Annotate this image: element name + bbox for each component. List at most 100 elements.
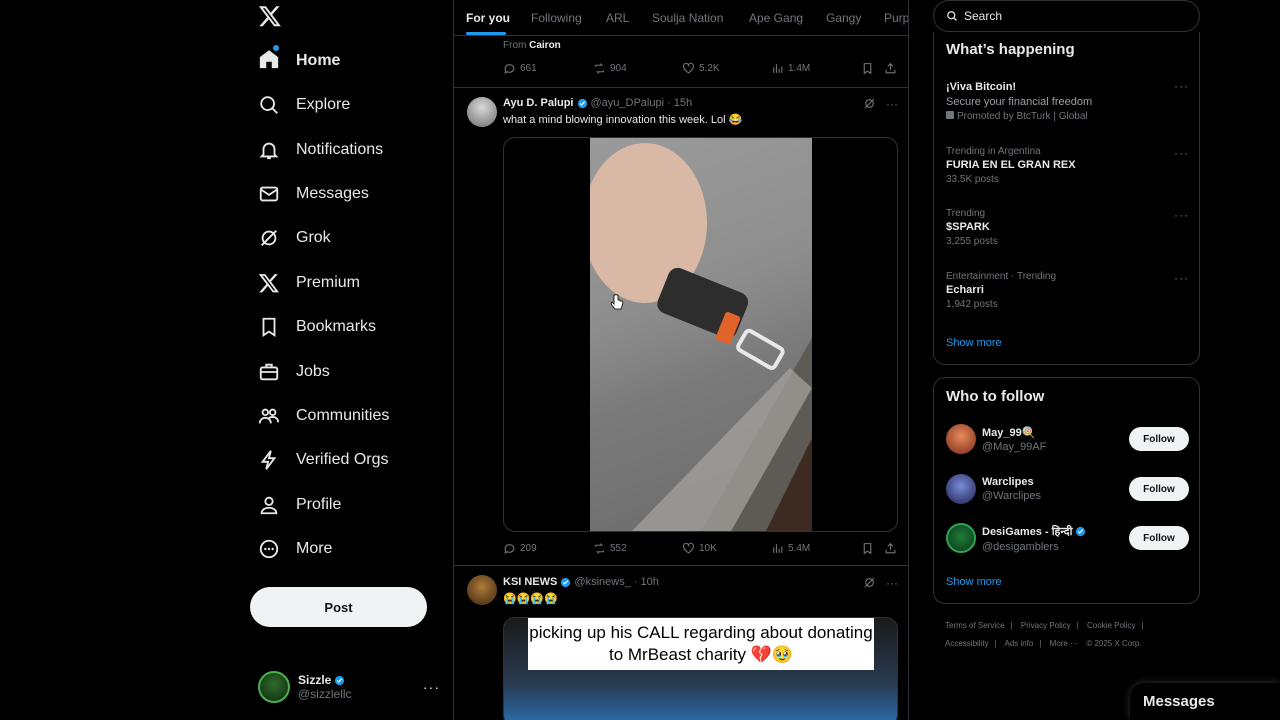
- x-logo-icon[interactable]: [258, 4, 282, 28]
- trend-item[interactable]: ¡Viva Bitcoin! Secure your financial fre…: [946, 79, 1189, 122]
- more-icon[interactable]: ···: [886, 576, 898, 590]
- author-handle[interactable]: @ayu_DPalupi: [591, 97, 665, 109]
- post-button[interactable]: Post: [250, 587, 427, 627]
- footer-link-more[interactable]: More ···: [1050, 639, 1078, 648]
- follow-suggestion[interactable]: May_99🍭 @May_99AF Follow: [946, 423, 1189, 455]
- nav-messages[interactable]: Messages: [258, 179, 369, 209]
- footer-link-terms[interactable]: Terms of Service: [945, 621, 1005, 630]
- reply-button[interactable]: 661: [503, 62, 537, 75]
- verified-badge-icon: [561, 577, 571, 587]
- show-more-link[interactable]: Show more: [946, 337, 1002, 349]
- post-video[interactable]: picking up his CALL regarding about dona…: [503, 617, 898, 720]
- bookmark-button[interactable]: [861, 62, 874, 75]
- bookmark-button[interactable]: [861, 542, 874, 555]
- nav-grok[interactable]: Grok: [258, 223, 331, 253]
- nav-communities[interactable]: Communities: [258, 401, 389, 431]
- more-icon[interactable]: ···: [886, 97, 898, 111]
- like-button[interactable]: 5.2K: [682, 62, 720, 75]
- more-icon[interactable]: ···: [423, 679, 440, 695]
- mail-icon: [259, 186, 279, 202]
- views-button[interactable]: 1.4M: [771, 62, 810, 75]
- tab-for-you[interactable]: For you: [466, 0, 510, 35]
- repost-button[interactable]: 552: [593, 542, 627, 555]
- video-frame: [590, 138, 812, 531]
- more-icon[interactable]: ···: [1174, 79, 1189, 93]
- tab-gangy[interactable]: Gangy: [826, 0, 861, 35]
- footer-link-cookie[interactable]: Cookie Policy: [1087, 621, 1135, 630]
- author-handle[interactable]: @ksinews_: [574, 576, 630, 588]
- post-time[interactable]: · 15h: [667, 97, 692, 109]
- post-video[interactable]: [503, 137, 898, 532]
- repost-button[interactable]: 904: [593, 62, 627, 75]
- footer-separator: |: [1141, 621, 1144, 630]
- more-icon[interactable]: ···: [1174, 271, 1189, 285]
- avatar[interactable]: [946, 424, 976, 454]
- footer-link-accessibility[interactable]: Accessibility: [945, 639, 989, 648]
- whats-happening-panel: What’s happening ¡Viva Bitcoin! Secure y…: [933, 32, 1200, 365]
- views-button[interactable]: 5.4M: [771, 542, 810, 555]
- tab-soulja-nation[interactable]: Soulja Nation: [652, 0, 723, 35]
- account-switcher[interactable]: Sizzle @sizzlellc ···: [258, 670, 440, 704]
- follow-button[interactable]: Follow: [1129, 526, 1189, 550]
- promoted-line: Promoted by BtcTurk | Global: [946, 111, 1189, 122]
- nav-premium[interactable]: Premium: [258, 268, 360, 298]
- grok-icon[interactable]: [863, 97, 876, 110]
- follow-button[interactable]: Follow: [1129, 477, 1189, 501]
- trend-item[interactable]: Trending $SPARK 3,255 posts ···: [946, 208, 1189, 247]
- post-tools: ···: [863, 576, 898, 590]
- share-button[interactable]: [884, 62, 897, 75]
- follow-suggestion[interactable]: Warclipes @Warclipes Follow: [946, 473, 1189, 505]
- nav-home[interactable]: Home: [258, 44, 340, 76]
- post-ksi-news[interactable]: KSI NEWS @ksinews_ · 10h ··· 😭😭😭😭 pickin…: [454, 566, 908, 720]
- search-bar[interactable]: [933, 0, 1200, 32]
- nav-notifications[interactable]: Notifications: [258, 135, 383, 165]
- search-icon: [947, 11, 957, 21]
- reply-button[interactable]: 209: [503, 542, 537, 555]
- tab-following[interactable]: Following: [531, 0, 582, 35]
- verified-badge-icon: [335, 675, 345, 685]
- nav-verified-orgs[interactable]: Verified Orgs: [258, 445, 388, 475]
- grok-icon[interactable]: [863, 576, 876, 589]
- follow-name[interactable]: Warclipes: [982, 476, 1041, 488]
- show-more-link[interactable]: Show more: [946, 576, 1002, 588]
- post-ayu[interactable]: Ayu D. Palupi @ayu_DPalupi · 15h ··· wha…: [454, 88, 908, 566]
- nav-bookmarks[interactable]: Bookmarks: [258, 312, 376, 342]
- from-name[interactable]: Cairon: [529, 40, 561, 51]
- follow-suggestion[interactable]: DesiGames - हिन्दी @desigamblers Follow: [946, 522, 1189, 554]
- avatar[interactable]: [467, 575, 497, 605]
- post-header: KSI NEWS @ksinews_ · 10h: [503, 576, 659, 588]
- nav-explore[interactable]: Explore: [258, 90, 350, 120]
- avatar[interactable]: [467, 97, 497, 127]
- follow-button[interactable]: Follow: [1129, 427, 1189, 451]
- author-name[interactable]: KSI NEWS: [503, 576, 557, 588]
- more-icon[interactable]: ···: [1174, 208, 1189, 222]
- nav-more[interactable]: More: [258, 534, 332, 564]
- reply-icon: [504, 64, 515, 74]
- person-icon: [260, 496, 278, 515]
- heart-icon: [683, 62, 694, 74]
- nav-profile[interactable]: Profile: [258, 490, 341, 520]
- follow-handle: @Warclipes: [982, 490, 1042, 502]
- trend-item[interactable]: Entertainment · Trending Echarri 1,942 p…: [946, 271, 1189, 310]
- tab-purp[interactable]: Purp: [884, 0, 908, 35]
- avatar[interactable]: [946, 474, 976, 504]
- tab-ape-gang[interactable]: Ape Gang: [749, 0, 803, 35]
- messages-drawer[interactable]: Messages: [1130, 683, 1280, 720]
- from-line: From Cairon: [503, 40, 561, 51]
- author-name[interactable]: Ayu D. Palupi: [503, 97, 574, 109]
- views-icon: [773, 544, 783, 553]
- trend-item[interactable]: Trending in Argentina FURIA EN EL GRAN R…: [946, 146, 1189, 185]
- post-time[interactable]: · 10h: [634, 576, 659, 588]
- share-button[interactable]: [884, 542, 897, 555]
- avatar[interactable]: [946, 523, 976, 553]
- follow-name[interactable]: May_99🍭: [982, 426, 1046, 439]
- footer-link-ads-info[interactable]: Ads info: [1004, 639, 1033, 648]
- like-button[interactable]: 10K: [682, 542, 717, 555]
- nav-label: Notifications: [296, 141, 384, 158]
- tab-arl[interactable]: ARL: [606, 0, 629, 35]
- footer-link-privacy[interactable]: Privacy Policy: [1021, 621, 1071, 630]
- nav-jobs[interactable]: Jobs: [258, 357, 330, 387]
- more-icon[interactable]: ···: [1174, 146, 1189, 160]
- follow-name[interactable]: DesiGames - हिन्दी: [982, 524, 1072, 539]
- search-input[interactable]: [964, 9, 1164, 23]
